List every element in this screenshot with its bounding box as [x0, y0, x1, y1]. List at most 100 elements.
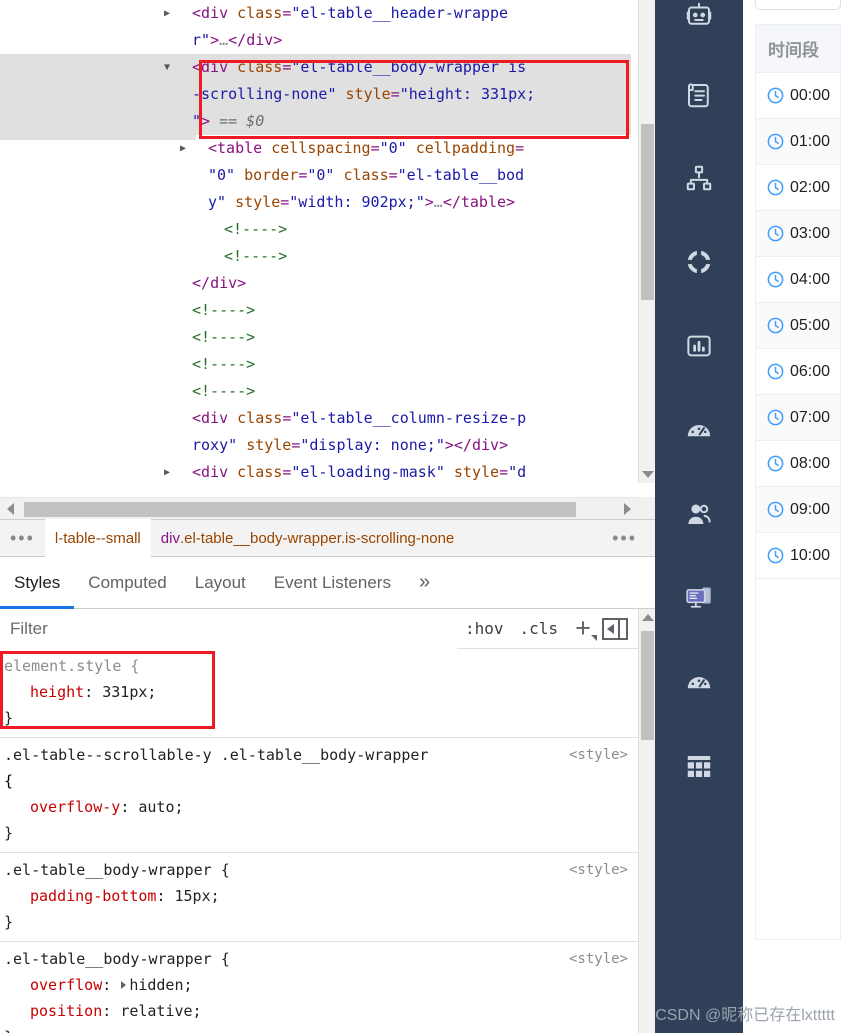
dom-tree-row[interactable]: ▶ <table cellspacing="0" cellpadding= — [0, 135, 631, 162]
style-declaration[interactable]: height: 331px; — [0, 679, 638, 705]
time-slot-row[interactable]: 03:00 — [756, 211, 840, 257]
target-icon[interactable] — [655, 247, 743, 277]
time-slot-row[interactable]: 04:00 — [756, 257, 840, 303]
style-declaration[interactable]: overflow-y: auto; — [0, 794, 638, 820]
tab-layout[interactable]: Layout — [181, 557, 260, 609]
grid-icon[interactable] — [655, 751, 743, 781]
time-slot-row[interactable]: 02:00 — [756, 165, 840, 211]
time-slot-row[interactable]: 06:00 — [756, 349, 840, 395]
style-declaration[interactable]: overflow: hidden; — [0, 972, 638, 998]
styles-vertical-scrollbar[interactable] — [638, 609, 655, 1033]
declaration-value[interactable]: 15px; — [175, 887, 220, 905]
declaration-value[interactable]: hidden; — [129, 976, 192, 994]
dom-tree-row[interactable]: ▶"0" border="0" class="el-table__bod — [0, 162, 631, 189]
style-rule-selector[interactable]: .el-table--scrollable-y .el-table__body-… — [0, 746, 428, 764]
style-rule-selector[interactable]: .el-table__body-wrapper { — [0, 861, 230, 879]
style-declaration[interactable]: position: relative; — [0, 998, 638, 1024]
disclosure-triangle-expanded-icon[interactable]: ▼ — [164, 54, 192, 81]
dom-tree-row[interactable]: ▶<!----> — [0, 378, 631, 405]
dom-tree-content[interactable]: ▶<div class="el-table__header-wrappe▶r">… — [0, 0, 631, 497]
scroll-right-arrow-icon[interactable] — [624, 503, 631, 515]
tab-computed[interactable]: Computed — [74, 557, 180, 609]
dom-vertical-scrollbar-thumb[interactable] — [641, 124, 654, 300]
dom-tree-row[interactable]: ▶</div> — [0, 270, 631, 297]
styles-filter-input[interactable] — [0, 608, 457, 649]
scroll-left-arrow-icon[interactable] — [7, 503, 14, 515]
declaration-value[interactable]: auto; — [138, 798, 183, 816]
style-rule[interactable]: .el-table__body-wrapper {<style> overflow… — [0, 942, 638, 1033]
dom-vertical-scrollbar[interactable] — [638, 0, 655, 483]
breadcrumb[interactable]: ••• l-table--small div .el-table__body-wrap… — [0, 519, 655, 557]
styles-vertical-scrollbar-thumb[interactable] — [641, 631, 654, 740]
declaration-value[interactable]: relative; — [120, 1002, 201, 1020]
style-rule[interactable]: element.style {height: 331px;} — [0, 649, 638, 738]
time-slot-row[interactable]: 10:00 — [756, 533, 840, 579]
dom-tree-row[interactable]: ▶<!----> — [0, 351, 631, 378]
style-rule-selector[interactable]: .el-table__body-wrapper { — [0, 950, 230, 968]
gauge-icon[interactable] — [655, 415, 743, 445]
time-slot-row[interactable]: 05:00 — [756, 303, 840, 349]
dom-horizontal-scrollbar[interactable] — [0, 497, 638, 519]
tab-styles[interactable]: Styles — [0, 557, 74, 609]
style-rule-selector[interactable]: element.style { — [0, 657, 139, 675]
dom-tree-row[interactable]: ▶"> == $0 — [0, 108, 631, 135]
declaration-property[interactable]: overflow — [30, 976, 102, 994]
hov-button[interactable]: :hov — [457, 619, 512, 638]
disclosure-triangle-collapsed-icon[interactable]: ▶ — [180, 135, 208, 162]
dom-tree-row[interactable]: ▶-scrolling-none" style="height: 331px; — [0, 81, 631, 108]
toggle-sidebar-icon[interactable] — [602, 617, 628, 640]
declaration-value[interactable]: 331px; — [102, 683, 156, 701]
style-rule-source-link[interactable]: <style> — [569, 857, 628, 883]
styles-tabbar[interactable]: Styles Computed Layout Event Listeners» — [0, 557, 655, 609]
declaration-property[interactable]: position — [30, 1002, 102, 1020]
scroll-up-arrow-icon[interactable] — [642, 614, 654, 621]
styles-filter-bar[interactable]: :hov .cls + — [0, 608, 638, 649]
style-rule[interactable]: .el-table--scrollable-y .el-table__body-… — [0, 738, 638, 853]
dom-tree-pane[interactable]: ••• ▶<div class="el-table__header-wrappe… — [0, 0, 655, 497]
styles-rules-list[interactable]: element.style {height: 331px;} .el-table-… — [0, 649, 638, 1033]
dom-tree-row[interactable]: ▶<!----> — [0, 216, 631, 243]
top-input-chip[interactable] — [755, 0, 841, 10]
dom-horizontal-scrollbar-thumb[interactable] — [24, 502, 576, 517]
disclosure-triangle-collapsed-icon[interactable]: ▶ — [164, 0, 192, 27]
more-tabs-icon[interactable]: » — [405, 557, 444, 609]
breadcrumb-item-1[interactable]: div .el-table__body-wrapper.is-scrolling-… — [151, 519, 465, 557]
style-rule[interactable]: .el-table__body-wrapper {<style> padding-… — [0, 853, 638, 942]
disclosure-triangle-collapsed-icon[interactable]: ▶ — [164, 459, 192, 486]
dom-tree-row[interactable]: ▶<!----> — [0, 297, 631, 324]
new-style-rule-button[interactable]: + — [566, 615, 600, 643]
dom-tree-row[interactable]: ▶r">…</div> — [0, 27, 631, 54]
tab-event-listeners[interactable]: Event Listeners — [260, 557, 405, 609]
breadcrumb-item-0[interactable]: l-table--small — [44, 519, 151, 557]
time-slot-row[interactable]: 08:00 — [756, 441, 840, 487]
monitor-icon[interactable] — [655, 583, 743, 613]
sitemap-icon[interactable] — [655, 163, 743, 193]
time-slot-row[interactable]: 00:00 — [756, 73, 840, 119]
document-scroll-icon[interactable] — [655, 80, 743, 110]
declaration-property[interactable]: padding-bottom — [30, 887, 156, 905]
breadcrumb-overflow-right[interactable]: ••• — [602, 519, 647, 557]
dom-tree-row[interactable]: ▶ <div class="el-table__header-wrappe — [0, 0, 631, 27]
declaration-property[interactable]: height — [30, 683, 84, 701]
style-rule-source-link[interactable]: <style> — [569, 742, 628, 768]
dom-tree-row[interactable]: ▶y" style="width: 902px;">…</table> — [0, 189, 631, 216]
time-slot-row[interactable]: 01:00 — [756, 119, 840, 165]
style-declaration[interactable]: padding-bottom: 15px; — [0, 883, 638, 909]
robot-icon[interactable] — [655, 0, 743, 30]
bar-chart-icon[interactable] — [655, 331, 743, 361]
dom-tree-row[interactable]: ▶<div class="el-table__column-resize-p — [0, 405, 631, 432]
expand-shorthand-triangle-icon[interactable] — [121, 981, 127, 989]
style-rule-source-link[interactable]: <style> — [569, 946, 628, 972]
gauge-2-icon[interactable] — [655, 667, 743, 697]
users-icon[interactable] — [655, 499, 743, 529]
cls-button[interactable]: .cls — [511, 619, 566, 638]
dom-tree-row[interactable]: ▶<!----> — [0, 243, 631, 270]
scroll-down-arrow-icon[interactable] — [642, 471, 654, 478]
declaration-property[interactable]: overflow-y — [30, 798, 120, 816]
time-slot-row[interactable]: 07:00 — [756, 395, 840, 441]
dom-tree-row[interactable]: ▶ <div class="el-loading-mask" style="d — [0, 459, 631, 486]
dom-tree-row[interactable]: ▼ <div class="el-table__body-wrapper is — [0, 54, 631, 81]
dom-tree-row[interactable]: ▶roxy" style="display: none;"></div> — [0, 432, 631, 459]
dom-tree-row[interactable]: ▶<!----> — [0, 324, 631, 351]
time-slot-row[interactable]: 09:00 — [756, 487, 840, 533]
